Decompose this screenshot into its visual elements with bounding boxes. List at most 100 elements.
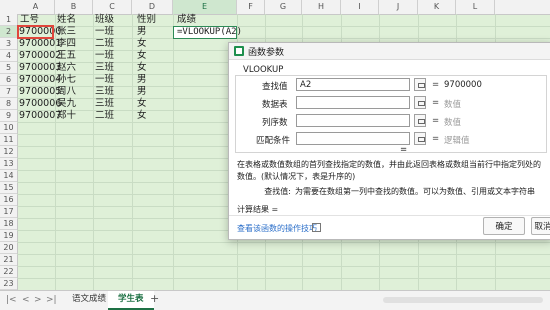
column-header-b[interactable]: B	[55, 0, 93, 14]
column-header-a[interactable]: A	[17, 0, 55, 14]
cell-class[interactable]: 三班	[95, 62, 114, 74]
cell-class[interactable]: 二班	[95, 110, 114, 122]
header-cell-name[interactable]: 姓名	[57, 14, 76, 26]
column-header-bar: ABCDEFGHIJKL	[0, 0, 550, 15]
cancel-button[interactable]: 取消	[531, 217, 550, 235]
cell-name[interactable]: 郑十	[57, 110, 76, 122]
lookup-value-input[interactable]: A2	[296, 78, 410, 91]
arg-result: 数值	[444, 100, 462, 110]
cell-name[interactable]: 王五	[57, 50, 76, 62]
dialog-title-bar[interactable]: 函数参数	[229, 43, 550, 60]
arg-row-range-lookup: 匹配条件 = 逻辑值	[236, 132, 546, 146]
cell-sex[interactable]: 女	[137, 110, 147, 122]
cell-sex[interactable]: 男	[137, 26, 147, 38]
cell-name[interactable]: 孙七	[57, 74, 76, 86]
cell-id[interactable]: 9700003	[19, 62, 61, 74]
row-header-21[interactable]: 21	[0, 254, 17, 266]
row-header-15[interactable]: 15	[0, 182, 17, 194]
ok-button[interactable]: 确定	[483, 217, 525, 235]
row-header-9[interactable]: 9	[0, 110, 17, 122]
row-header-23[interactable]: 23	[0, 278, 17, 290]
cell-sex[interactable]: 女	[137, 98, 147, 110]
cell-name[interactable]: 李四	[57, 38, 76, 50]
cell-class[interactable]: 一班	[95, 50, 114, 62]
param-key: 查找值:	[264, 187, 291, 196]
function-arguments-dialog[interactable]: 函数参数 VLOOKUP 查找值 A2 = 9700000 数据表 = 数值 列…	[228, 42, 550, 240]
row-header-16[interactable]: 16	[0, 194, 17, 206]
row-header-10[interactable]: 10	[0, 122, 17, 134]
row-header-20[interactable]: 20	[0, 242, 17, 254]
row-header-22[interactable]: 22	[0, 266, 17, 278]
cell-name[interactable]: 赵六	[57, 62, 76, 74]
header-cell-class[interactable]: 班级	[95, 14, 114, 26]
cell-id[interactable]: 9700007	[19, 110, 61, 122]
row-header-19[interactable]: 19	[0, 230, 17, 242]
arg-result: 9700000	[444, 80, 482, 90]
selected-cell-a2[interactable]	[17, 25, 54, 39]
row-header-11[interactable]: 11	[0, 134, 17, 146]
row-header-13[interactable]: 13	[0, 158, 17, 170]
row-header-17[interactable]: 17	[0, 206, 17, 218]
table-array-input[interactable]	[296, 96, 410, 109]
row-header-18[interactable]: 18	[0, 218, 17, 230]
col-index-input[interactable]	[296, 114, 410, 127]
grid-row-line	[17, 278, 550, 279]
first-sheet-icon[interactable]: |<	[6, 295, 17, 305]
next-sheet-icon[interactable]: >	[34, 295, 42, 305]
tab-students[interactable]: 学生表	[108, 291, 154, 310]
help-video-icon[interactable]	[312, 223, 321, 232]
cell-class[interactable]: 一班	[95, 26, 114, 38]
row-header-14[interactable]: 14	[0, 170, 17, 182]
cell-id[interactable]: 9700006	[19, 98, 61, 110]
horizontal-scrollbar[interactable]	[383, 297, 543, 303]
range-lookup-input[interactable]	[296, 132, 410, 145]
prev-sheet-icon[interactable]: <	[22, 295, 30, 305]
row-header-6[interactable]: 6	[0, 74, 17, 86]
header-cell-score[interactable]: 成绩	[177, 14, 196, 26]
row-header-12[interactable]: 12	[0, 146, 17, 158]
cell-class[interactable]: 二班	[95, 38, 114, 50]
column-header-e[interactable]: E	[173, 0, 237, 14]
range-picker-icon[interactable]	[414, 114, 426, 127]
cell-name[interactable]: 周八	[57, 86, 76, 98]
range-picker-icon[interactable]	[414, 96, 426, 109]
help-link[interactable]: 查看该函数的操作技巧	[237, 223, 317, 234]
header-cell-sex[interactable]: 性别	[137, 14, 156, 26]
range-picker-icon[interactable]	[414, 132, 426, 145]
cell-class[interactable]: 三班	[95, 86, 114, 98]
formula-in-cell[interactable]: =VLOOKUP(A2)	[177, 26, 242, 38]
cell-id[interactable]: 9700002	[19, 50, 61, 62]
range-picker-icon[interactable]	[414, 78, 426, 91]
cell-id[interactable]: 9700004	[19, 74, 61, 86]
cell-sex[interactable]: 男	[137, 74, 147, 86]
cell-id[interactable]: 9700005	[19, 86, 61, 98]
column-header-d[interactable]: D	[132, 0, 173, 14]
column-header-k[interactable]: K	[418, 0, 456, 14]
row-header-7[interactable]: 7	[0, 86, 17, 98]
cell-name[interactable]: 张三	[57, 26, 76, 38]
row-header-5[interactable]: 5	[0, 62, 17, 74]
column-header-h[interactable]: H	[302, 0, 341, 14]
cell-name[interactable]: 吴九	[57, 98, 76, 110]
equals-sign: =	[432, 134, 440, 144]
column-header-c[interactable]: C	[93, 0, 132, 14]
add-sheet-button[interactable]: +	[150, 292, 159, 305]
row-header-2[interactable]: 2	[0, 26, 17, 38]
row-header-3[interactable]: 3	[0, 38, 17, 50]
row-header-4[interactable]: 4	[0, 50, 17, 62]
cell-sex[interactable]: 女	[137, 38, 147, 50]
column-header-l[interactable]: L	[456, 0, 495, 14]
row-header-1[interactable]: 1	[0, 14, 17, 26]
cell-id[interactable]: 9700001	[19, 38, 61, 50]
cell-sex[interactable]: 女	[137, 62, 147, 74]
column-header-g[interactable]: G	[265, 0, 302, 14]
cell-class[interactable]: 一班	[95, 74, 114, 86]
cell-sex[interactable]: 女	[137, 50, 147, 62]
column-header-f[interactable]: F	[237, 0, 265, 14]
cell-class[interactable]: 三班	[95, 98, 114, 110]
last-sheet-icon[interactable]: >|	[46, 295, 57, 305]
cell-sex[interactable]: 男	[137, 86, 147, 98]
row-header-8[interactable]: 8	[0, 98, 17, 110]
column-header-i[interactable]: I	[341, 0, 379, 14]
column-header-j[interactable]: J	[379, 0, 418, 14]
